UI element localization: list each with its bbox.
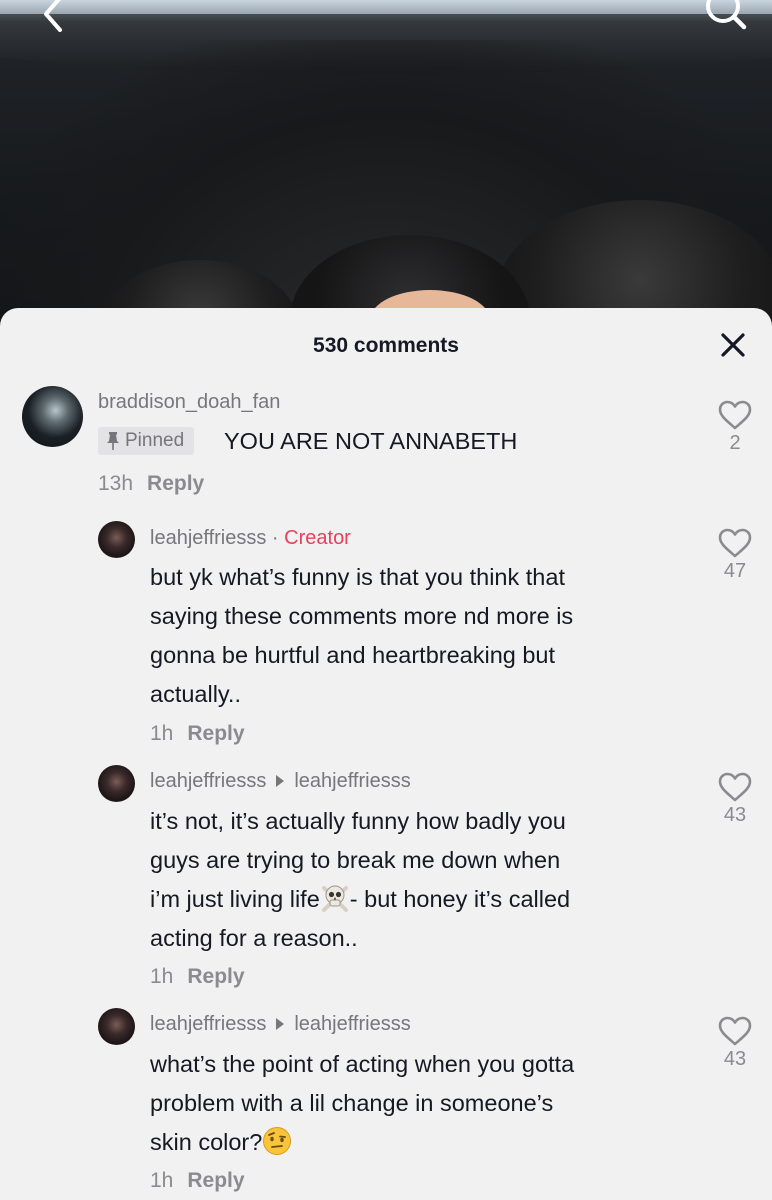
reply-text: but yk what’s funny is that you think th…: [150, 558, 690, 714]
avatar[interactable]: [22, 386, 83, 447]
reply-text-line: but yk what’s funny is that you think th…: [150, 564, 565, 590]
reply-text-line: guys are trying to break me down when: [150, 847, 561, 873]
comment-meta: 13h Reply: [98, 472, 204, 496]
close-button[interactable]: [718, 330, 748, 360]
heart-outline-icon: [718, 528, 752, 558]
search-icon: [706, 0, 747, 30]
reply-button[interactable]: Reply: [147, 472, 204, 495]
comment-time: 13h: [98, 472, 134, 495]
reply-text-line: actually..: [150, 681, 241, 707]
reply-to-username[interactable]: leahjeffriesss: [294, 770, 410, 792]
reply-text: it’s not, it’s actually funny how badly …: [150, 802, 690, 958]
reply-text-line: acting for a reason..: [150, 925, 358, 951]
reply-meta: 1h Reply: [150, 965, 245, 989]
reply-arrow-icon: [276, 775, 285, 788]
reply-text-segment: i’m just living life: [150, 886, 320, 912]
reply-time: 1h: [150, 1169, 174, 1192]
video-background: [0, 0, 772, 330]
reply-text-line: it’s not, it’s actually funny how badly …: [150, 808, 566, 834]
back-button[interactable]: [28, 0, 78, 34]
reply-time: 1h: [150, 965, 174, 988]
reply-time: 1h: [150, 722, 174, 745]
comment-text: YOU ARE NOT ANNABETH: [224, 428, 518, 454]
heart-outline-icon: [718, 772, 752, 802]
like-button[interactable]: 43: [715, 1016, 755, 1071]
raised-eyebrow-emoji-icon: [263, 1127, 292, 1155]
avatar[interactable]: [98, 521, 135, 558]
reply-username-row: leahjeffriesss · Creator: [150, 527, 351, 550]
like-button[interactable]: 47: [715, 528, 755, 583]
like-count: 43: [723, 1048, 747, 1070]
reply-username[interactable]: leahjeffriesss: [150, 527, 266, 549]
pinned-badge: Pinned: [98, 427, 195, 455]
reply-text-line: problem with a lil change in someone’s: [150, 1090, 554, 1116]
pinned-label: Pinned: [125, 430, 185, 451]
reply-button[interactable]: Reply: [187, 722, 244, 745]
close-icon: [721, 333, 745, 357]
like-count: 47: [723, 560, 747, 582]
reply-username[interactable]: leahjeffriesss: [150, 770, 266, 792]
reply-button[interactable]: Reply: [187, 965, 244, 988]
comment-count-title: 530 comments: [313, 334, 459, 357]
like-button[interactable]: 43: [715, 772, 755, 827]
reply-meta: 1h Reply: [150, 722, 245, 746]
heart-outline-icon: [718, 1016, 752, 1046]
reply-username[interactable]: leahjeffriesss: [150, 1013, 266, 1035]
reply-meta: 1h Reply: [150, 1169, 245, 1193]
like-button[interactable]: 2: [715, 400, 755, 455]
avatar[interactable]: [98, 1008, 135, 1045]
comments-header: 530 comments: [0, 308, 772, 382]
reply-text: what’s the point of acting when you gott…: [150, 1045, 690, 1162]
comments-sheet: 530 comments braddison_doah_fan Pinned Y…: [0, 308, 772, 1200]
reply-button[interactable]: Reply: [187, 1169, 244, 1192]
search-button[interactable]: [700, 0, 750, 34]
avatar[interactable]: [98, 765, 135, 802]
like-count: 2: [729, 432, 741, 454]
reply-text-line: gonna be hurtful and heartbreaking but: [150, 642, 556, 668]
reply-to-username[interactable]: leahjeffriesss: [294, 1013, 410, 1035]
reply-text-line: what’s the point of acting when you gott…: [150, 1051, 575, 1077]
separator-dot: ·: [271, 527, 279, 549]
pin-icon: [107, 432, 119, 450]
reply-text-segment: - but honey it’s called: [349, 886, 571, 912]
comment-username[interactable]: braddison_doah_fan: [98, 391, 280, 414]
reply-username-row: leahjeffriesss leahjeffriesss: [150, 1013, 411, 1036]
reply-text-segment: skin color?: [150, 1129, 263, 1155]
reply-arrow-icon: [276, 1018, 285, 1031]
reply-text-line-with-emoji: skin color?: [150, 1123, 690, 1162]
reply-username-row: leahjeffriesss leahjeffriesss: [150, 770, 411, 793]
skull-emoji-icon: [321, 885, 348, 912]
reply-text-line-with-emoji: i’m just living life - but honey it’s ca…: [150, 880, 690, 919]
chevron-left-icon: [44, 0, 62, 32]
reply-text-line: saying these comments more nd more is: [150, 603, 574, 629]
heart-outline-icon: [718, 400, 752, 430]
creator-tag: Creator: [284, 527, 351, 549]
like-count: 43: [723, 804, 747, 826]
